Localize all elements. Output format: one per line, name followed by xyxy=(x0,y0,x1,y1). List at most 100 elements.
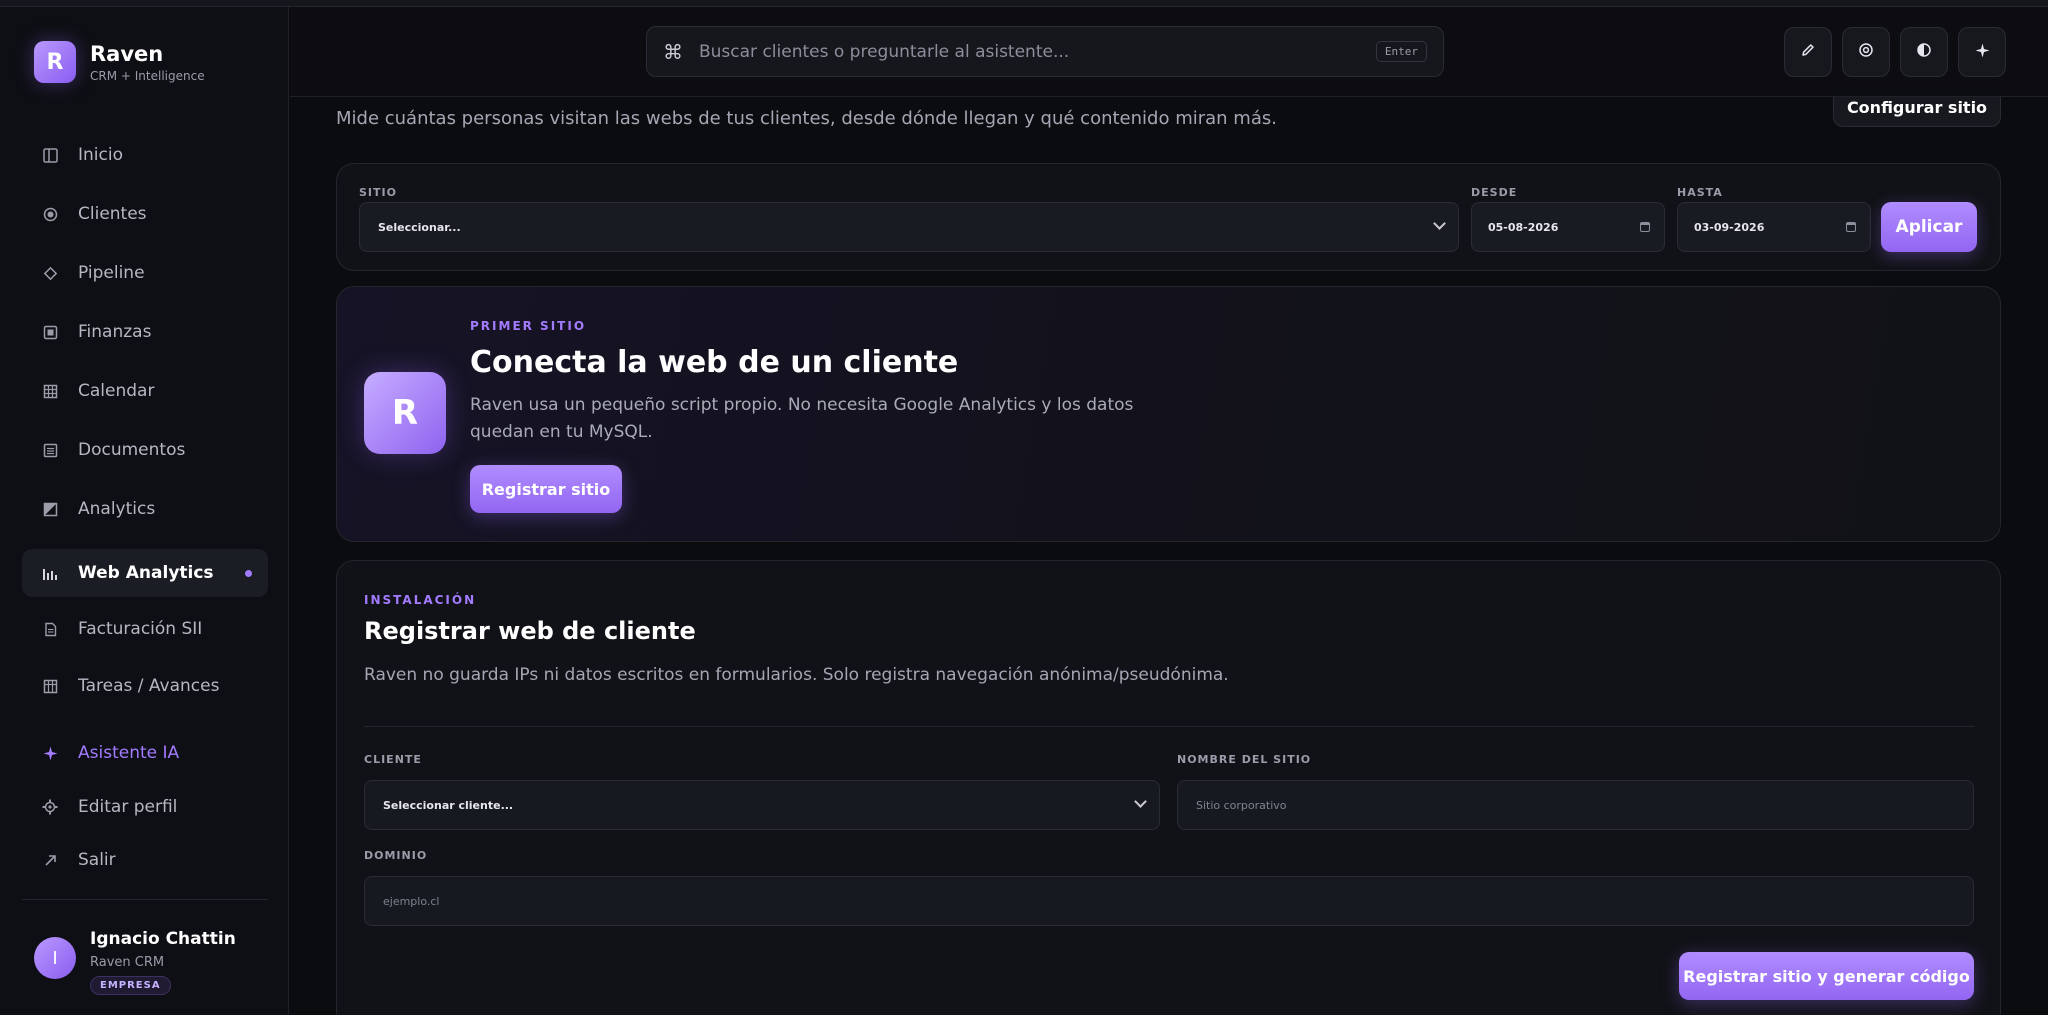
from-date-label: DESDE xyxy=(1471,186,1518,199)
edit-button[interactable] xyxy=(1784,27,1832,77)
calendar-icon[interactable] xyxy=(1640,222,1650,232)
analytics-icon xyxy=(42,501,58,517)
sidebar-item-label: Inicio xyxy=(78,145,123,165)
target-icon xyxy=(42,206,58,222)
search-bar[interactable]: ⌘ Enter xyxy=(646,26,1444,77)
site-name-label: NOMBRE DEL SITIO xyxy=(1177,753,1312,766)
install-title: Registrar web de cliente xyxy=(364,617,696,645)
sparkle-icon xyxy=(42,745,58,761)
register-and-generate-button[interactable]: Registrar sitio y generar código xyxy=(1679,952,1974,1000)
domain-field[interactable]: ejemplo.cl xyxy=(364,876,1974,926)
mentions-button[interactable] xyxy=(1842,27,1890,77)
user-info: Ignacio Chattin Raven CRM EMPRESA xyxy=(90,929,236,995)
sidebar-item-web-analytics[interactable]: Web Analytics xyxy=(22,549,268,597)
square-icon xyxy=(42,324,58,340)
active-indicator-dot xyxy=(245,569,252,577)
chevron-down-icon xyxy=(1433,217,1446,230)
theme-toggle-button[interactable] xyxy=(1900,27,1948,77)
sidebar-item-clientes[interactable]: Clientes xyxy=(22,190,268,238)
sidebar: R Raven CRM + Intelligence Inicio Client… xyxy=(0,7,289,1015)
page-subtitle: Mide cuántas personas visitan las webs d… xyxy=(336,108,1277,129)
list-icon xyxy=(42,442,58,458)
top-header: ⌘ Enter xyxy=(290,7,2048,97)
sidebar-item-label: Finanzas xyxy=(78,322,152,342)
command-icon: ⌘ xyxy=(663,39,683,64)
sidebar-item-inicio[interactable]: Inicio xyxy=(22,131,268,179)
sidebar-item-label: Calendar xyxy=(78,381,155,401)
domain-label: DOMINIO xyxy=(364,849,428,862)
to-date-input[interactable]: 03-09-2026 xyxy=(1677,202,1871,252)
client-select-value: Seleccionar cliente... xyxy=(383,798,514,812)
sidebar-item-analytics[interactable]: Analytics xyxy=(22,485,268,533)
install-description: Raven no guarda IPs ni datos escritos en… xyxy=(364,665,1229,685)
hero-description: Raven usa un pequeño script propio. No n… xyxy=(470,395,1134,442)
site-select-value: Seleccionar... xyxy=(378,220,461,234)
sidebar-divider xyxy=(22,899,268,900)
apply-button[interactable]: Aplicar xyxy=(1881,202,1977,252)
sidebar-item-asistente-ia[interactable]: Asistente IA xyxy=(22,729,268,777)
main-content: Mide cuántas personas visitan las webs d… xyxy=(290,87,2048,1015)
sidebar-item-facturacion[interactable]: Facturación SII xyxy=(22,605,268,653)
plan-badge: EMPRESA xyxy=(90,976,171,995)
brand-text: Raven CRM + Intelligence xyxy=(90,42,205,83)
ai-assistant-button[interactable] xyxy=(1958,27,2006,77)
user-org: Raven CRM xyxy=(90,955,165,970)
table-icon xyxy=(42,678,58,694)
sidebar-item-finanzas[interactable]: Finanzas xyxy=(22,308,268,356)
first-site-card: R PRIMER SITIO Conecta la web de un clie… xyxy=(336,286,2001,542)
sidebar-item-salir[interactable]: Salir xyxy=(22,836,268,884)
sidebar-item-label: Web Analytics xyxy=(78,563,214,583)
site-name-placeholder: Sitio corporativo xyxy=(1196,798,1287,812)
sidebar-item-editar-perfil[interactable]: Editar perfil xyxy=(22,783,268,831)
user-profile[interactable]: I Ignacio Chattin Raven CRM EMPRESA xyxy=(34,929,236,995)
install-eyebrow: INSTALACIÓN xyxy=(364,593,477,607)
sidebar-item-label: Pipeline xyxy=(78,263,145,283)
sparkle-icon xyxy=(1975,43,1990,62)
client-label: CLIENTE xyxy=(364,753,422,766)
sidebar-item-documentos[interactable]: Documentos xyxy=(22,426,268,474)
sidebar-item-label: Salir xyxy=(78,850,116,870)
contrast-icon xyxy=(1916,42,1932,62)
site-name-field[interactable]: Sitio corporativo xyxy=(1177,780,1974,830)
avatar: I xyxy=(34,937,76,979)
sidebar-item-label: Documentos xyxy=(78,440,186,460)
search-shortcut-hint: Enter xyxy=(1375,41,1427,62)
filters-card: SITIO Seleccionar... DESDE 05-08-2026 HA… xyxy=(336,163,2001,271)
window-top-bar xyxy=(0,0,2048,7)
app-window: R Raven CRM + Intelligence Inicio Client… xyxy=(0,0,2048,1015)
bar-chart-icon xyxy=(42,565,58,581)
sidebar-item-label: Editar perfil xyxy=(78,797,178,817)
install-card: INSTALACIÓN Registrar web de cliente Rav… xyxy=(336,560,2001,1015)
calendar-icon[interactable] xyxy=(1846,222,1856,232)
register-site-button[interactable]: Registrar sitio xyxy=(470,465,622,513)
hero-logo: R xyxy=(364,372,446,454)
from-date-input[interactable]: 05-08-2026 xyxy=(1471,202,1665,252)
sidebar-item-calendar[interactable]: Calendar xyxy=(22,367,268,415)
to-date-label: HASTA xyxy=(1677,186,1723,199)
at-sign-icon xyxy=(1858,42,1874,62)
client-select[interactable]: Seleccionar cliente... xyxy=(364,780,1160,830)
grid-icon xyxy=(42,383,58,399)
hero-eyebrow: PRIMER SITIO xyxy=(470,319,587,333)
section-divider xyxy=(364,726,1974,727)
brand-subtitle: CRM + Intelligence xyxy=(90,68,205,83)
domain-placeholder: ejemplo.cl xyxy=(383,894,440,908)
columns-icon xyxy=(42,147,58,163)
brand-logo: R xyxy=(34,41,76,83)
hero-title: Conecta la web de un cliente xyxy=(470,345,959,380)
edit-icon xyxy=(1800,42,1816,62)
sidebar-item-label: Facturación SII xyxy=(78,619,203,639)
diamond-icon xyxy=(42,265,58,281)
brand[interactable]: R Raven CRM + Intelligence xyxy=(34,41,205,83)
sidebar-item-label: Tareas / Avances xyxy=(78,676,220,696)
sidebar-item-tareas[interactable]: Tareas / Avances xyxy=(22,662,268,710)
sidebar-item-label: Analytics xyxy=(78,499,156,519)
search-input[interactable] xyxy=(699,41,1359,62)
sidebar-item-pipeline[interactable]: Pipeline xyxy=(22,249,268,297)
from-date-value: 05-08-2026 xyxy=(1488,220,1559,234)
user-name: Ignacio Chattin xyxy=(90,929,236,949)
site-select[interactable]: Seleccionar... xyxy=(359,202,1459,252)
gear-icon xyxy=(42,799,58,815)
chevron-down-icon xyxy=(1134,795,1147,808)
brand-name: Raven xyxy=(90,41,164,66)
